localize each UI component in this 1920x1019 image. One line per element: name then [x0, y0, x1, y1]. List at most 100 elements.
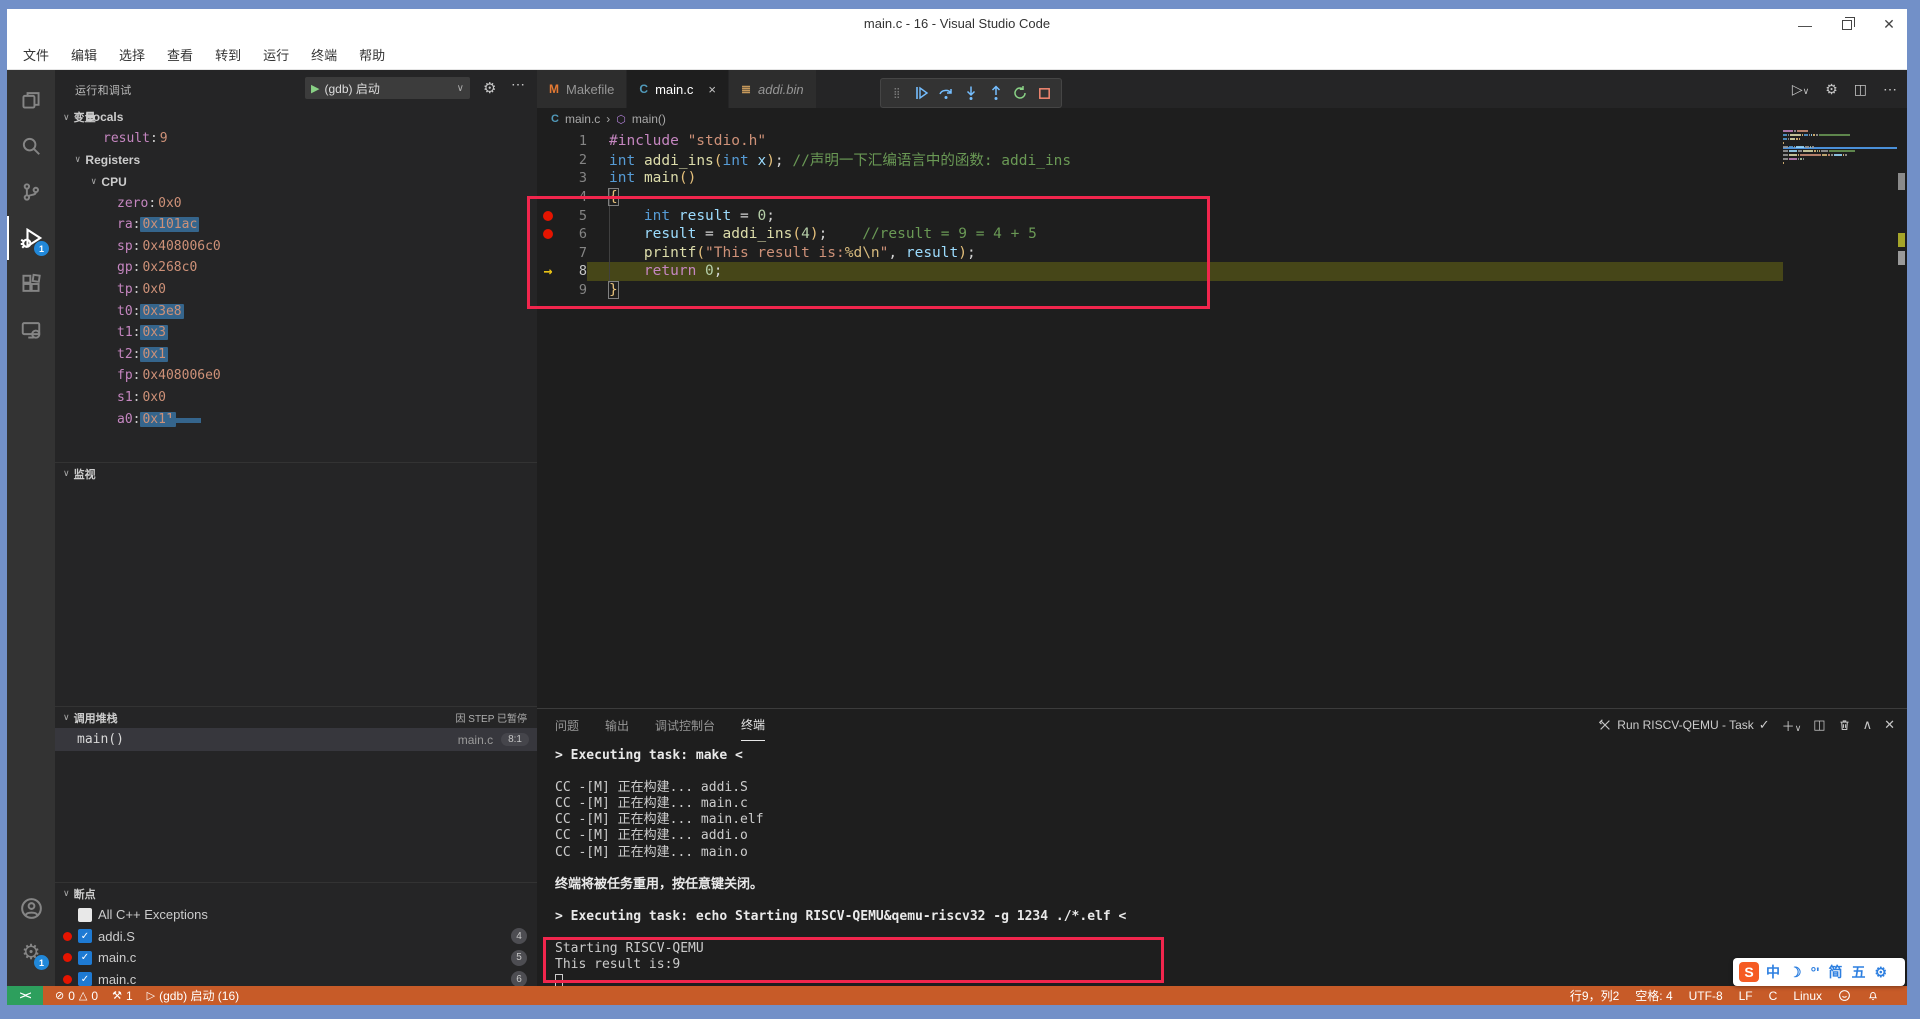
panel-tab-调试控制台[interactable]: 调试控制台: [655, 709, 715, 741]
restore-icon[interactable]: [1839, 17, 1855, 33]
variable-row[interactable]: tp: 0x0: [55, 279, 537, 301]
debug-more-icon[interactable]: ⋯: [511, 76, 525, 93]
overview-ruler[interactable]: [1897, 130, 1907, 708]
step-into-icon[interactable]: [960, 82, 982, 104]
code-line-1[interactable]: 1#include "stdio.h": [537, 132, 1783, 151]
ime-item-4[interactable]: 五: [1852, 962, 1866, 982]
variable-row[interactable]: ra: 0x101ac: [55, 214, 537, 236]
panel-tab-问题[interactable]: 问题: [555, 709, 579, 741]
menu-item-6[interactable]: 终端: [311, 45, 337, 64]
ime-item-2[interactable]: °': [1811, 964, 1820, 980]
menu-item-2[interactable]: 选择: [119, 45, 145, 64]
debug-gear-icon[interactable]: ⚙: [483, 79, 496, 97]
variable-row[interactable]: t0: 0x3e8: [55, 300, 537, 322]
code-line-5[interactable]: 5 int result = 0;: [537, 206, 1783, 225]
tree-row[interactable]: ∨Registers: [55, 149, 537, 171]
minimize-icon[interactable]: —: [1797, 17, 1813, 33]
breakpoint-row[interactable]: ✓main.c6: [55, 969, 537, 987]
menu-item-5[interactable]: 运行: [263, 45, 289, 64]
variable-row[interactable]: s1: 0x0: [55, 387, 537, 409]
code-line-3[interactable]: 3int main(): [537, 169, 1783, 188]
code-line-7[interactable]: 7 printf("This result is:%d\n", result);: [537, 244, 1783, 263]
panel-tab-输出[interactable]: 输出: [605, 709, 629, 741]
source-control-icon[interactable]: [7, 170, 55, 214]
variable-row[interactable]: gp: 0x268c0: [55, 257, 537, 279]
code-line-4[interactable]: 4{: [537, 188, 1783, 207]
toolbar-drag-grip[interactable]: ⣿: [886, 82, 908, 104]
encoding[interactable]: UTF-8: [1689, 989, 1723, 1003]
running-tasks-status[interactable]: ⚒1: [112, 989, 133, 1003]
variable-row[interactable]: zero: 0x0: [55, 192, 537, 214]
ime-item-1[interactable]: ☽: [1789, 964, 1802, 981]
breadcrumb[interactable]: C main.c › ⬡ main(): [537, 108, 1907, 130]
menu-item-7[interactable]: 帮助: [359, 45, 385, 64]
breadcrumb-symbol[interactable]: main(): [632, 112, 666, 126]
menu-item-4[interactable]: 转到: [215, 45, 241, 64]
breakpoint-row[interactable]: All C++ Exceptions: [55, 904, 537, 926]
breakpoint-gutter-dot[interactable]: [537, 229, 559, 239]
continue-icon[interactable]: [911, 82, 933, 104]
eol[interactable]: LF: [1739, 989, 1753, 1003]
variable-row[interactable]: a0: 0x11: [55, 408, 537, 430]
terminal-output[interactable]: > Executing task: make <CC -[M] 正在构建... …: [555, 748, 1887, 986]
menu-item-0[interactable]: 文件: [23, 45, 49, 64]
kill-terminal-trash-icon[interactable]: [1838, 718, 1851, 732]
feedback-icon[interactable]: [1838, 989, 1851, 1002]
ime-toolbar[interactable]: S 中☽°'简五⚙: [1733, 958, 1905, 986]
editor-more-actions-icon[interactable]: ⋯: [1883, 81, 1897, 98]
ime-logo[interactable]: S: [1739, 962, 1759, 982]
split-terminal-icon[interactable]: ◫: [1813, 717, 1825, 733]
code-line-2[interactable]: 2int addi_ins(int x); //声明一下汇编语言中的函数: ad…: [537, 151, 1783, 170]
settings-gear-icon[interactable]: ⚙ 1: [7, 930, 55, 974]
terminal-task-label[interactable]: Run RISCV-QEMU - Task ✓: [1598, 717, 1769, 733]
notifications-bell-icon[interactable]: [1867, 989, 1879, 1002]
os-indicator[interactable]: Linux: [1793, 989, 1822, 1003]
new-terminal-icon[interactable]: ＋∨: [1782, 716, 1802, 735]
indentation[interactable]: 空格: 4: [1635, 987, 1672, 1004]
variable-row[interactable]: t2: 0x1: [55, 344, 537, 366]
start-debug-icon[interactable]: ▶: [311, 82, 319, 95]
stop-icon[interactable]: [1034, 82, 1056, 104]
restart-icon[interactable]: [1009, 82, 1031, 104]
tab-close-icon[interactable]: ×: [708, 82, 716, 97]
split-editor-icon[interactable]: ◫: [1854, 81, 1867, 98]
step-over-icon[interactable]: [935, 82, 957, 104]
menu-item-3[interactable]: 查看: [167, 45, 193, 64]
editor-tab-main.c[interactable]: Cmain.c×: [627, 70, 729, 108]
editor-tab-Makefile[interactable]: MMakefile: [537, 70, 627, 108]
variable-row[interactable]: fp: 0x408006e0: [55, 365, 537, 387]
code-line-9[interactable]: 9}: [537, 281, 1783, 300]
tree-row[interactable]: ∨Locals: [55, 106, 537, 128]
breadcrumb-file[interactable]: main.c: [565, 112, 600, 126]
variable-row[interactable]: sp: 0x408006c0: [55, 236, 537, 258]
breakpoint-row[interactable]: ✓addi.S4: [55, 926, 537, 948]
breakpoint-checkbox[interactable]: [78, 908, 92, 922]
explorer-icon[interactable]: [7, 78, 55, 122]
run-debug-icon[interactable]: 1: [7, 216, 55, 260]
callstack-section-header[interactable]: ∨ 调用堆栈 因 STEP 已暂停: [55, 706, 537, 728]
breakpoint-checkbox[interactable]: ✓: [78, 929, 92, 943]
variable-row[interactable]: result: 9: [55, 128, 537, 150]
step-out-icon[interactable]: [985, 82, 1007, 104]
scrollbar-thumb[interactable]: [1898, 173, 1905, 190]
breakpoint-row[interactable]: ✓main.c5: [55, 947, 537, 969]
debug-toolbar[interactable]: ⣿: [880, 78, 1062, 108]
ime-item-5[interactable]: ⚙: [1875, 964, 1888, 981]
code-line-8[interactable]: →8 return 0;: [537, 262, 1783, 281]
breakpoints-section-header[interactable]: ∨ 断点: [55, 882, 537, 904]
problems-status[interactable]: ⊘0 △0: [55, 989, 98, 1003]
ime-item-3[interactable]: 简: [1829, 962, 1843, 982]
extensions-icon[interactable]: [7, 262, 55, 306]
code-editor[interactable]: 1#include "stdio.h"2int addi_ins(int x);…: [537, 130, 1907, 708]
editor-settings-gear-icon[interactable]: ⚙: [1825, 81, 1838, 98]
search-icon[interactable]: [7, 124, 55, 168]
menu-item-1[interactable]: 编辑: [71, 45, 97, 64]
stack-frame-row[interactable]: main() main.c 8:1: [55, 728, 537, 751]
watch-section-header[interactable]: ∨ 监视: [55, 462, 537, 484]
tree-row[interactable]: ∨CPU: [55, 171, 537, 193]
breakpoint-gutter-dot[interactable]: [537, 211, 559, 221]
minimap[interactable]: [1783, 130, 1897, 708]
code-line-6[interactable]: 6 result = addi_ins(4); //result = 9 = 4…: [537, 225, 1783, 244]
remote-indicator[interactable]: ><: [7, 986, 43, 1005]
editor-tab-addi.bin[interactable]: ≣addi.bin: [729, 70, 817, 108]
